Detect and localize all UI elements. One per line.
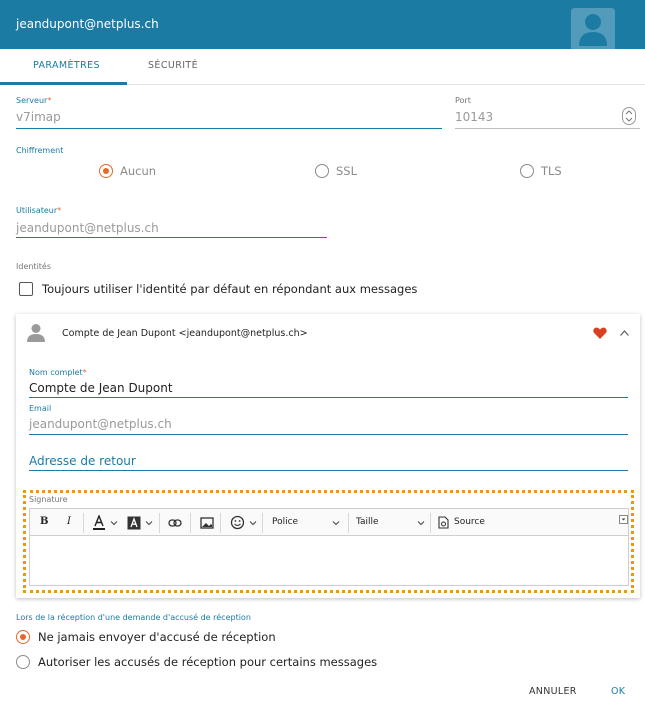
receipt-label: Lors de la réception d'une demande d'acc… — [16, 613, 251, 622]
signature-toolbar: B I Police Taille Source — [29, 508, 629, 536]
receipt-label-allow-some: Autoriser les accusés de réception pour … — [38, 655, 378, 669]
tab-bar: PARAMÈTRES SÉCURITÉ — [0, 49, 645, 85]
encryption-label-aucun: Aucun — [120, 164, 157, 178]
tab-securite[interactable]: SÉCURITÉ — [148, 60, 198, 71]
source-icon[interactable] — [438, 516, 449, 529]
toolbar-collapse-icon[interactable] — [619, 515, 628, 524]
dialog-title: jeandupont@netplus.ch — [16, 17, 159, 31]
user-underline — [16, 237, 327, 238]
italic-button[interactable]: I — [67, 516, 71, 527]
toolbar-separator — [83, 513, 84, 533]
email-input[interactable]: jeandupont@netplus.ch — [29, 417, 172, 431]
always-default-identity-checkbox[interactable] — [19, 282, 33, 296]
text-color-icon[interactable] — [92, 515, 106, 531]
chevron-down-icon[interactable] — [145, 520, 153, 526]
size-select[interactable]: Taille — [356, 517, 379, 527]
receipt-radio-never[interactable] — [16, 630, 30, 644]
fullname-label: Nom complet* — [29, 368, 87, 377]
toolbar-separator — [190, 513, 191, 533]
fullname-underline — [29, 397, 628, 398]
encryption-radio-tls[interactable] — [520, 164, 534, 178]
signature-label: Signature — [29, 495, 68, 504]
server-label: Serveur* — [16, 96, 52, 105]
tab-parametres[interactable]: PARAMÈTRES — [33, 60, 100, 71]
email-label: Email — [29, 404, 52, 413]
heart-icon[interactable] — [593, 327, 607, 339]
encryption-label-ssl: SSL — [336, 164, 358, 178]
link-icon[interactable] — [168, 518, 182, 528]
port-underline — [455, 128, 640, 129]
port-input[interactable]: 10143 — [455, 110, 493, 124]
port-stepper-icon[interactable] — [622, 107, 636, 125]
emoji-icon[interactable] — [230, 515, 245, 530]
person-icon — [27, 324, 45, 342]
toolbar-separator — [430, 513, 431, 533]
user-label: Utilisateur* — [16, 206, 62, 215]
ok-button[interactable]: OK — [611, 686, 625, 697]
toolbar-separator — [220, 513, 221, 533]
identities-label: Identités — [16, 262, 52, 271]
signature-editor[interactable] — [29, 536, 629, 586]
bold-button[interactable]: B — [40, 516, 48, 527]
active-tab-indicator — [0, 82, 127, 85]
encryption-radio-ssl[interactable] — [315, 164, 329, 178]
account-badge-icon — [571, 8, 615, 49]
toolbar-separator — [348, 513, 349, 533]
dialog-header: jeandupont@netplus.ch — [0, 0, 645, 49]
return-address-underline — [29, 470, 628, 471]
source-button[interactable]: Source — [454, 517, 485, 527]
user-input[interactable]: jeandupont@netplus.ch — [16, 221, 159, 235]
email-underline — [29, 434, 628, 435]
receipt-label-never: Ne jamais envoyer d'accusé de réception — [38, 630, 276, 644]
chevron-down-icon[interactable] — [249, 520, 257, 526]
server-input[interactable]: v7imap — [16, 110, 61, 124]
image-icon[interactable] — [200, 516, 214, 530]
always-default-identity-label: Toujours utiliser l'identité par défaut … — [42, 282, 418, 296]
toolbar-separator — [159, 513, 160, 533]
server-underline — [16, 128, 442, 129]
return-address-input[interactable]: Adresse de retour — [29, 454, 136, 468]
font-select[interactable]: Police — [272, 517, 298, 527]
encryption-label-tls: TLS — [541, 164, 562, 178]
encryption-radio-aucun[interactable] — [99, 164, 113, 178]
chevron-down-icon[interactable] — [110, 520, 118, 526]
port-label: Port — [455, 96, 471, 105]
toolbar-separator — [262, 513, 263, 533]
identity-card-title: Compte de Jean Dupont <jeandupont@netplu… — [62, 328, 308, 339]
chevron-up-icon[interactable] — [619, 329, 630, 337]
encryption-label: Chiffrement — [16, 146, 64, 155]
chevron-down-icon[interactable] — [417, 520, 425, 526]
chevron-down-icon[interactable] — [332, 520, 340, 526]
cancel-button[interactable]: ANNULER — [529, 686, 577, 697]
receipt-radio-allow-some[interactable] — [16, 655, 30, 669]
background-color-icon[interactable] — [127, 516, 141, 530]
fullname-input[interactable]: Compte de Jean Dupont — [29, 381, 173, 395]
